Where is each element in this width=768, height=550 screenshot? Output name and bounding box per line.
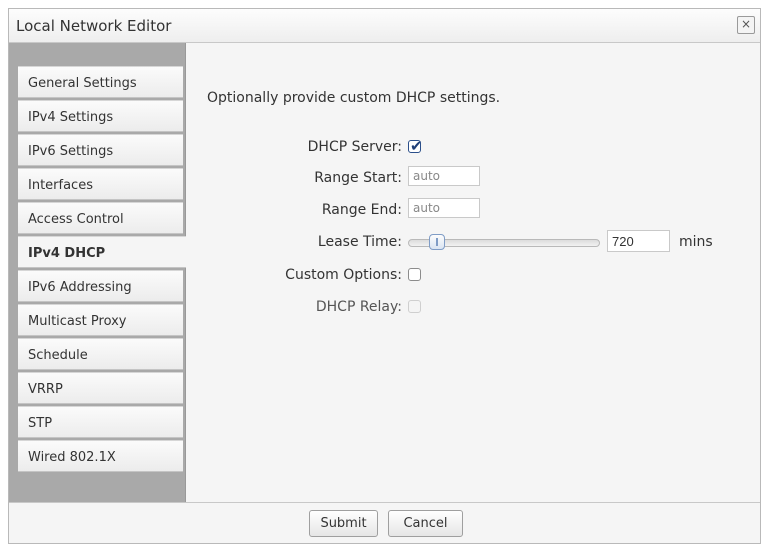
intro-text: Optionally provide custom DHCP settings.: [207, 90, 501, 106]
lease-time-row: Lease Time: mins: [186, 230, 746, 254]
cancel-button[interactable]: Cancel: [388, 510, 463, 537]
sidebar-item-vrrp[interactable]: VRRP: [18, 372, 183, 404]
lease-time-slider-thumb[interactable]: [429, 234, 445, 250]
sidebar-item-schedule[interactable]: Schedule: [18, 338, 183, 370]
sidebar-item-wired-8021x[interactable]: Wired 802.1X: [18, 440, 183, 472]
dhcp-server-checkbox[interactable]: ✔: [408, 137, 423, 155]
range-end-row: Range End:: [186, 198, 746, 222]
dialog-footer: Submit Cancel: [9, 502, 760, 543]
lease-time-label: Lease Time:: [317, 234, 402, 250]
custom-options-row: Custom Options:: [186, 263, 746, 287]
range-start-input[interactable]: [408, 166, 480, 186]
close-button[interactable]: ×: [737, 16, 755, 34]
sidebar-item-ipv4-settings[interactable]: IPv4 Settings: [18, 100, 183, 132]
sidebar-item-ipv6-settings[interactable]: IPv6 Settings: [18, 134, 183, 166]
range-end-label: Range End:: [321, 202, 402, 218]
range-end-input[interactable]: [408, 198, 480, 218]
range-start-row: Range Start:: [186, 166, 746, 190]
window-title: Local Network Editor: [16, 17, 172, 35]
sidebar-item-interfaces[interactable]: Interfaces: [18, 168, 183, 200]
settings-sidebar: General Settings IPv4 Settings IPv6 Sett…: [9, 43, 186, 505]
custom-options-label: Custom Options:: [285, 267, 402, 283]
lease-time-controls: mins: [408, 230, 713, 254]
sidebar-item-ipv6-addressing[interactable]: IPv6 Addressing: [18, 270, 183, 302]
sidebar-item-stp[interactable]: STP: [18, 406, 183, 438]
dhcp-server-label: DHCP Server:: [307, 139, 402, 155]
lease-time-unit: mins: [679, 234, 713, 250]
dhcp-server-row: DHCP Server: ✔: [186, 135, 746, 159]
sidebar-item-ipv4-dhcp[interactable]: IPv4 DHCP: [18, 236, 186, 268]
close-icon: ×: [740, 17, 752, 31]
sidebar-item-access-control[interactable]: Access Control: [18, 202, 183, 234]
sidebar-item-multicast-proxy[interactable]: Multicast Proxy: [18, 304, 183, 336]
dhcp-settings-panel: Optionally provide custom DHCP settings.…: [186, 43, 760, 505]
dhcp-relay-row: DHCP Relay:: [186, 295, 746, 319]
submit-button[interactable]: Submit: [309, 510, 378, 537]
custom-options-checkbox[interactable]: [408, 268, 421, 281]
sidebar-item-general-settings[interactable]: General Settings: [18, 66, 183, 98]
checkmark-icon: ✔: [410, 137, 423, 155]
dhcp-relay-label: DHCP Relay:: [315, 299, 402, 315]
dhcp-relay-checkbox: [408, 300, 421, 313]
title-bar: Local Network Editor ×: [9, 9, 760, 43]
local-network-editor-dialog: Local Network Editor × General Settings …: [8, 8, 761, 544]
lease-time-input[interactable]: [607, 230, 670, 252]
range-start-label: Range Start:: [314, 170, 402, 186]
